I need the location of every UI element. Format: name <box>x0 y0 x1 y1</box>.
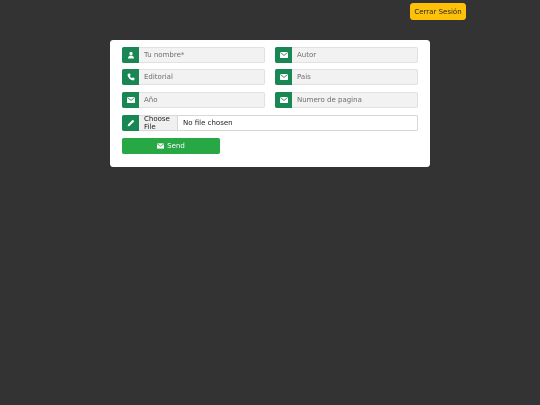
send-button[interactable]: Send <box>122 138 220 154</box>
envelope-icon <box>275 47 292 63</box>
page-number-input[interactable] <box>292 92 418 108</box>
name-field-group <box>122 47 265 63</box>
year-input[interactable] <box>139 92 265 108</box>
publisher-input[interactable] <box>139 69 265 85</box>
publisher-field-group <box>122 69 265 85</box>
file-status-text: No file chosen <box>183 119 233 127</box>
envelope-icon <box>157 143 165 149</box>
user-icon <box>122 47 139 63</box>
pencil-icon <box>122 115 139 131</box>
year-field-group <box>122 92 265 108</box>
author-input[interactable] <box>292 47 418 63</box>
country-input[interactable] <box>292 69 418 85</box>
file-input[interactable]: Choose File No file chosen <box>139 115 418 131</box>
country-field-group <box>275 69 418 85</box>
logout-button[interactable]: Cerrar Sesión <box>410 3 466 20</box>
file-field-group: Choose File No file chosen <box>122 115 418 131</box>
envelope-icon <box>275 92 292 108</box>
author-field-group <box>275 47 418 63</box>
page-number-field-group <box>275 92 418 108</box>
send-button-label: Send <box>167 142 185 150</box>
phone-icon <box>122 69 139 85</box>
envelope-icon <box>122 92 139 108</box>
envelope-icon <box>275 69 292 85</box>
book-form-card: Choose File No file chosen Send <box>110 40 430 167</box>
choose-file-button[interactable]: Choose File <box>139 115 178 131</box>
name-input[interactable] <box>139 47 265 63</box>
